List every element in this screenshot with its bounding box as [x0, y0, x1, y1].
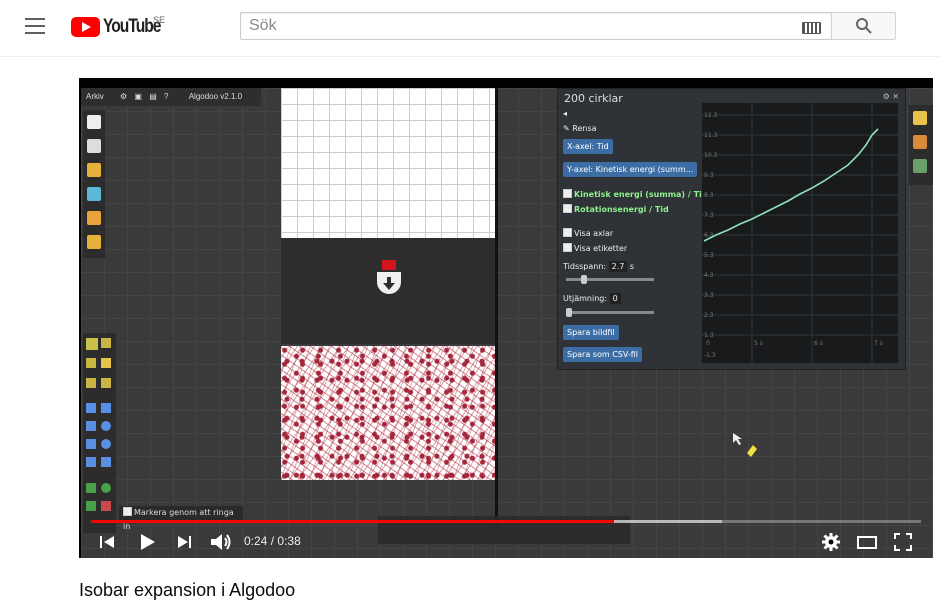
play-icon[interactable] [137, 531, 157, 558]
file-menu: Arkiv [86, 92, 104, 101]
series1-label: Kinetisk energi (summa) / Tid [574, 190, 708, 199]
palette-icon [913, 135, 927, 149]
country-code: SE [153, 15, 166, 25]
divider [495, 88, 498, 528]
previous-icon[interactable] [97, 532, 117, 558]
checkbox [563, 189, 572, 198]
y-tick: 11.3 [704, 132, 718, 139]
x-tick: 7 s [874, 340, 883, 347]
menu-icon[interactable] [25, 18, 45, 34]
arrow-down-icon [377, 260, 401, 294]
energy-graph: 12.3 11.3 10.3 9.3 8.3 7.3 6.3 5.3 4.3 3… [702, 103, 898, 363]
masthead: YouTube SE [0, 0, 939, 57]
y-tick: 8.3 [704, 192, 714, 199]
volume-icon[interactable] [209, 531, 233, 558]
open-folder-icon [87, 163, 101, 177]
graph-panel: 200 cirklar ⚙ ✕ ◂ ✎ Rensa X-axel: Tid Y-… [557, 88, 906, 370]
fullscreen-icon[interactable] [892, 531, 914, 558]
save-icon [87, 211, 101, 225]
x-tick: 5 s [754, 340, 763, 347]
y-tick: 3.3 [704, 292, 714, 299]
layers-icon [913, 111, 927, 125]
y-tick: 4.3 [704, 272, 714, 279]
settings-icon[interactable] [820, 531, 842, 558]
help-icon: ? [164, 92, 169, 101]
x-tick: 0 [706, 340, 710, 347]
timespan-unit: s [629, 262, 635, 271]
next-icon[interactable] [175, 532, 195, 558]
app-version: Algodoo v2.1.0 [188, 92, 243, 101]
y-tick: 7.3 [704, 212, 714, 219]
save-image-button: Spara bildfil [563, 325, 619, 340]
y-tick: -1.3 [704, 352, 716, 359]
x-axis-button: X-axel: Tid [563, 139, 613, 154]
progress-played [91, 520, 614, 523]
panel-icon: ▤ [149, 92, 157, 101]
clear-label: Rensa [572, 124, 597, 133]
window-icon: ▣ [134, 92, 142, 101]
energy-curve [703, 128, 879, 242]
checkbox [563, 243, 572, 252]
keyboard-icon[interactable] [802, 22, 821, 34]
timespan-slider [566, 275, 654, 284]
panel-title: 200 cirklar [564, 92, 623, 105]
show-axes-label: Visa axlar [574, 229, 614, 238]
player-controls: 0:24 / 0:38 [79, 526, 933, 558]
new-file-icon [87, 115, 101, 129]
back-arrow-icon: ◂ [563, 109, 568, 118]
gear-icon: ⚙ [120, 92, 128, 101]
theater-mode-icon[interactable] [856, 532, 878, 558]
logo-text: YouTube [103, 16, 161, 37]
y-axis-button: Y-axel: Kinetisk energi (summ... [563, 162, 698, 177]
time-separator: / [270, 534, 275, 548]
video-frame[interactable]: Arkiv ⚙ ▣ ▤ ? Algodoo v2.1.0 200 cirklar… [81, 88, 933, 558]
gas-particles [281, 346, 495, 480]
new-window-icon [87, 139, 101, 153]
plugin-icon [913, 159, 927, 173]
smoothing-value: 0 [609, 293, 621, 304]
y-tick: 1.3 [704, 332, 714, 339]
duration: 0:38 [277, 534, 301, 548]
y-tick: 5.3 [704, 252, 714, 259]
tools-toolbar [83, 333, 116, 533]
algodoo-menubar: Arkiv ⚙ ▣ ▤ ? Algodoo v2.1.0 [81, 88, 261, 106]
video-title[interactable]: Isobar expansion i Algodoo [79, 580, 295, 601]
youtube-play-icon [71, 17, 100, 37]
clear-row: ✎ Rensa [563, 124, 597, 133]
smoothing-slider [566, 308, 654, 317]
close-icon: ⚙ ✕ [882, 92, 899, 101]
x-tick: 6 s [814, 340, 823, 347]
smoothing-label: Utjämning: [563, 294, 608, 303]
search-box [240, 12, 831, 40]
container-top [281, 88, 495, 238]
mark-label: Markera genom att ringa in [119, 506, 243, 531]
y-tick: 2.3 [704, 312, 714, 319]
checkbox [563, 204, 572, 213]
search-button[interactable] [831, 12, 896, 40]
open-scene-icon [87, 187, 101, 201]
show-labels-label: Visa etiketter [574, 244, 628, 253]
search-input[interactable] [241, 13, 797, 39]
series2-label: Rotationsenergi / Tid [574, 205, 669, 214]
progress-bar[interactable] [91, 520, 921, 523]
search-icon [856, 18, 872, 34]
timespan-value: 2.7 [608, 261, 628, 272]
y-tick: 9.3 [704, 172, 714, 179]
piston [281, 238, 495, 344]
save-as-icon [87, 235, 101, 249]
y-tick: 12.3 [704, 112, 718, 119]
cursor-icon [733, 433, 757, 457]
y-tick: 10.3 [704, 152, 718, 159]
timespan-label: Tidsspann: [563, 262, 607, 271]
time-display: 0:24 / 0:38 [244, 534, 301, 548]
checkbox [563, 228, 572, 237]
file-toolbar [83, 110, 105, 258]
graph-plot: 12.3 11.3 10.3 9.3 8.3 7.3 6.3 5.3 4.3 3… [702, 103, 898, 363]
current-time: 0:24 [244, 534, 268, 548]
right-toolbar [909, 105, 933, 185]
tool-icons [86, 338, 111, 511]
save-csv-button: Spara som CSV-fil [563, 347, 643, 362]
video-player[interactable]: Arkiv ⚙ ▣ ▤ ? Algodoo v2.1.0 200 cirklar… [79, 78, 933, 558]
